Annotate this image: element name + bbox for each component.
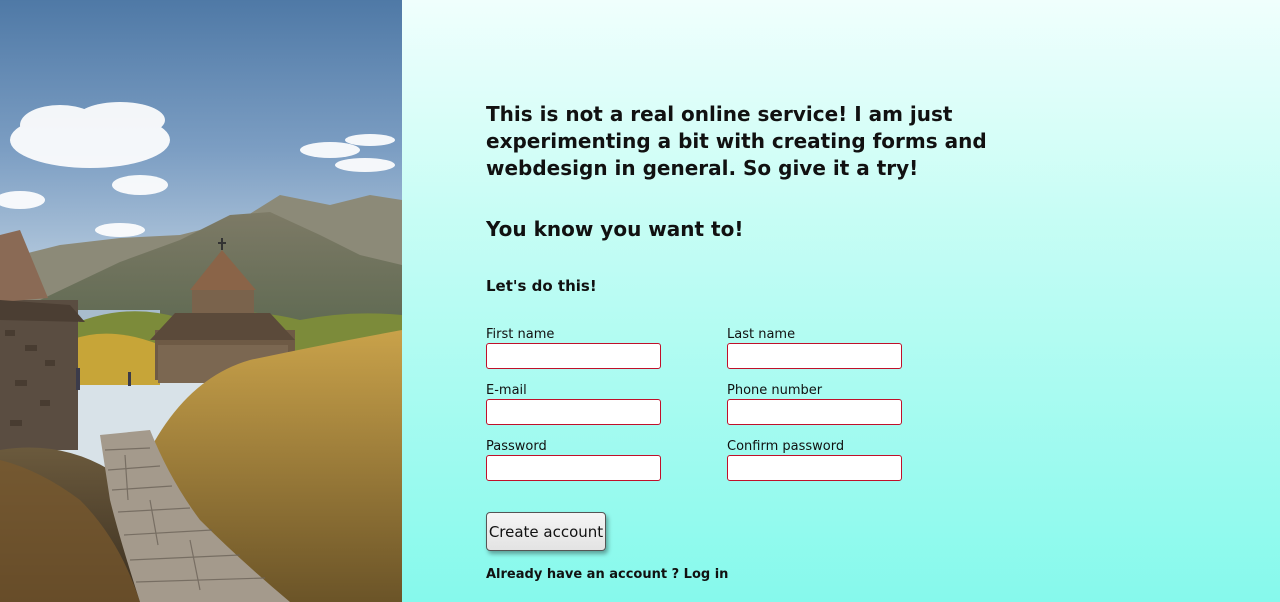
first-name-input[interactable] (486, 343, 661, 369)
form-heading: Let's do this! (486, 277, 597, 295)
hero-image (0, 0, 402, 602)
last-name-group: Last name (727, 327, 903, 369)
email-input[interactable] (486, 399, 661, 425)
password-label: Password (486, 439, 547, 454)
phone-group: Phone number (727, 383, 903, 425)
password-group: Password (486, 439, 662, 481)
login-link[interactable]: Log in (684, 567, 729, 582)
page: This is not a real online service! I am … (0, 0, 1280, 602)
email-group: E-mail (486, 383, 662, 425)
create-account-button[interactable]: Create account (486, 512, 606, 551)
intro-text: This is not a real online service! I am … (486, 102, 987, 180)
email-label: E-mail (486, 383, 527, 398)
first-name-group: First name (486, 327, 662, 369)
confirm-password-group: Confirm password (727, 439, 903, 481)
login-prompt: Already have an account ? Log in (486, 566, 728, 584)
login-prompt-text: Already have an account ? (486, 567, 680, 582)
confirm-password-input[interactable] (727, 455, 902, 481)
tagline: You know you want to! (486, 217, 744, 241)
last-name-input[interactable] (727, 343, 902, 369)
last-name-label: Last name (727, 327, 796, 342)
signup-panel: This is not a real online service! I am … (402, 0, 1280, 602)
confirm-password-label: Confirm password (727, 439, 845, 454)
password-input[interactable] (486, 455, 661, 481)
first-name-label: First name (486, 327, 555, 342)
phone-label: Phone number (727, 383, 823, 398)
phone-input[interactable] (727, 399, 902, 425)
